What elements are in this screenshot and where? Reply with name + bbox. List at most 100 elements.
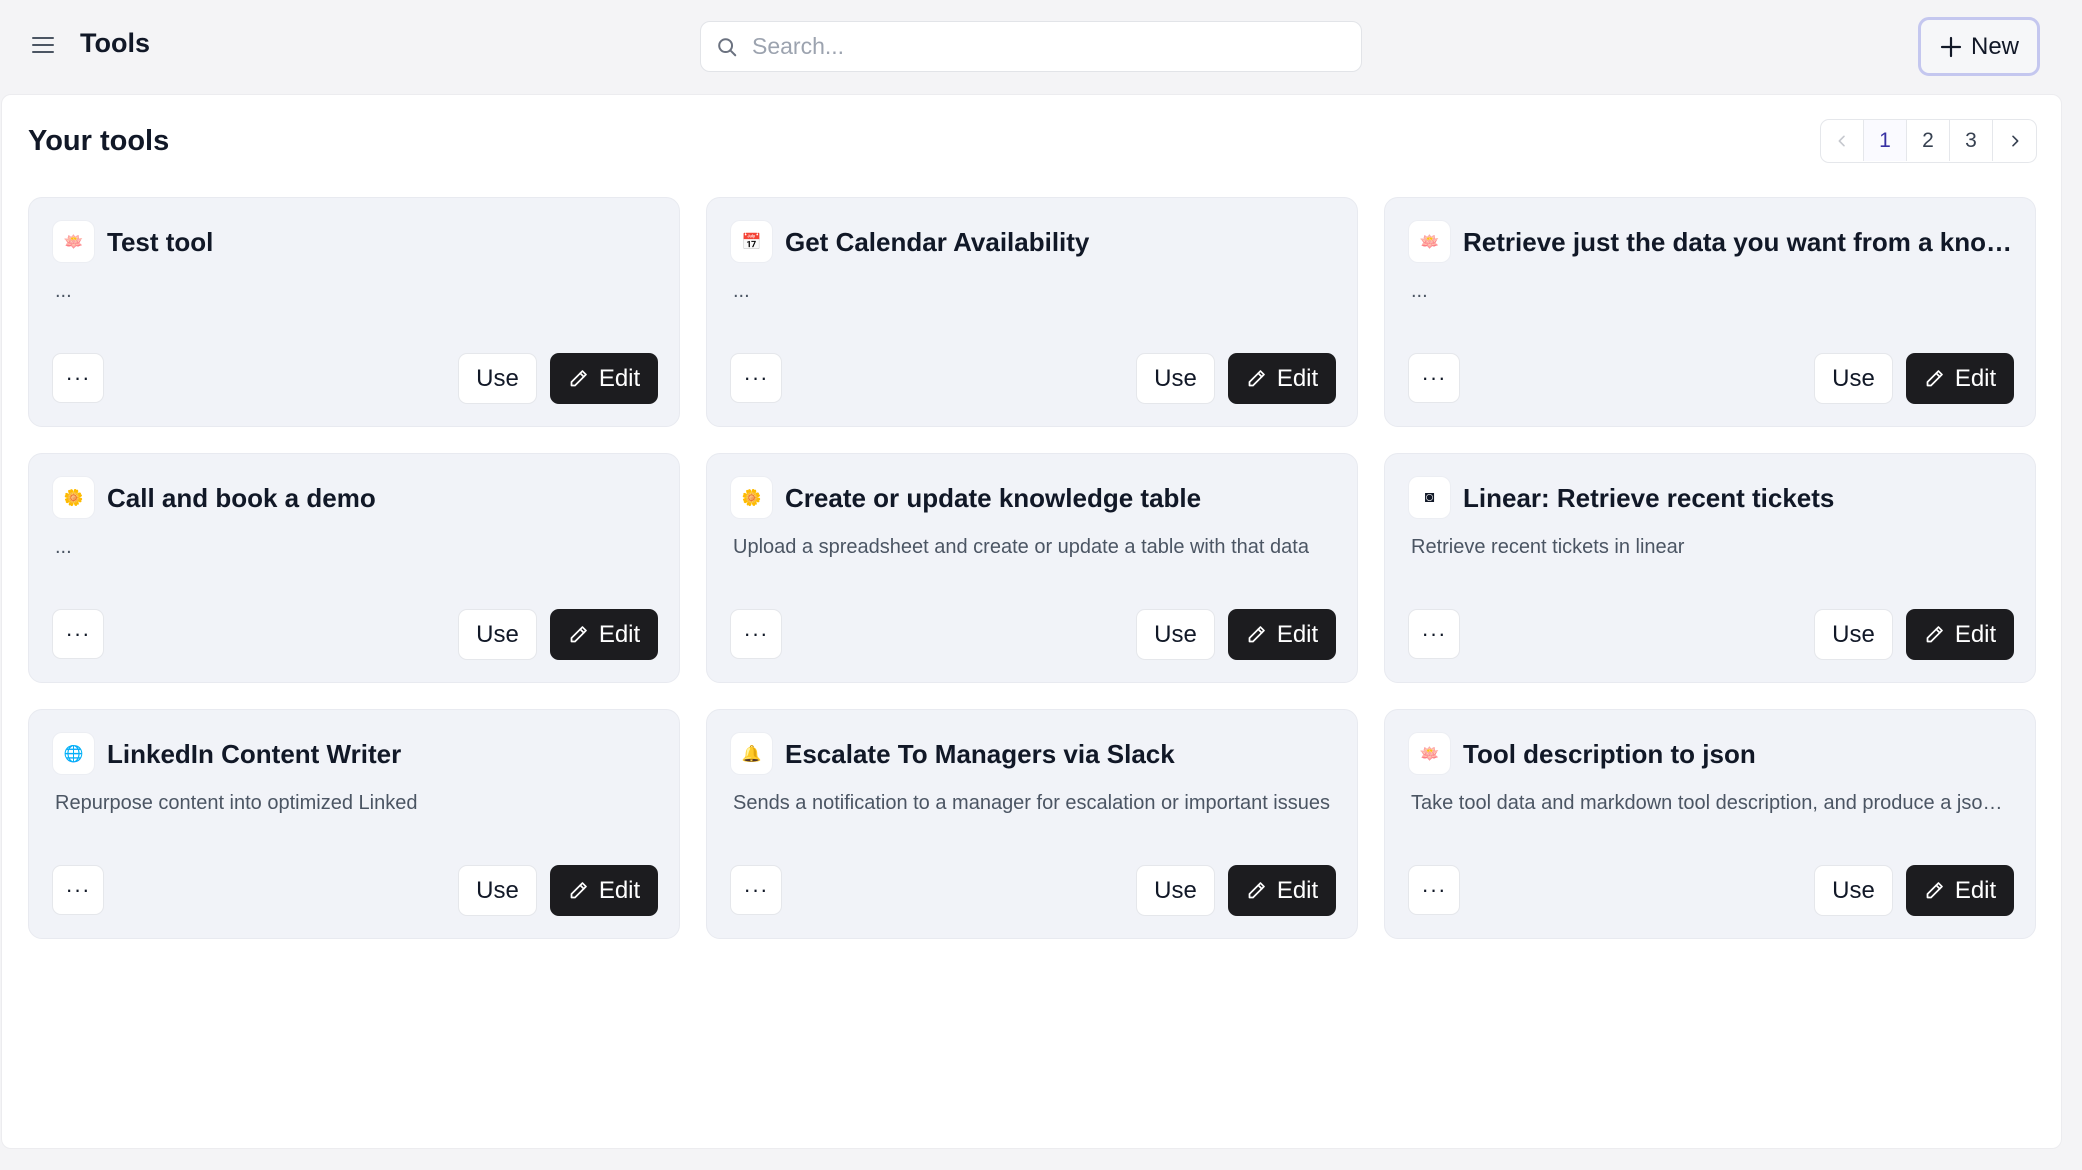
bell-icon: 🔔 <box>731 733 772 774</box>
edit-button[interactable]: Edit <box>1228 865 1336 916</box>
tool-card: 📅 Get Calendar Availability ... ··· Use … <box>706 197 1358 427</box>
edit-button[interactable]: Edit <box>1906 865 2014 916</box>
edit-button-label: Edit <box>1276 620 1319 648</box>
more-options-button[interactable]: ··· <box>1408 353 1460 403</box>
pencil-icon <box>1926 626 1943 643</box>
pagination-page-2[interactable]: 2 <box>1907 120 1950 161</box>
lotus-icon: 🪷 <box>53 221 94 262</box>
edit-button[interactable]: Edit <box>1228 353 1336 404</box>
tool-card-description: Upload a spreadsheet and create or updat… <box>733 536 1309 558</box>
edit-button-label: Edit <box>598 620 641 648</box>
tool-card-title: Call and book a demo <box>107 483 376 513</box>
tool-card: 🔔 Escalate To Managers via Slack Sends a… <box>706 709 1358 939</box>
use-button[interactable]: Use <box>1136 609 1215 660</box>
tool-card-title: Escalate To Managers via Slack <box>785 739 1175 769</box>
chevron-left-icon <box>1838 135 1845 146</box>
pencil-icon <box>1248 882 1265 899</box>
edit-button[interactable]: Edit <box>1228 609 1336 660</box>
lotus-icon: 🪷 <box>1409 221 1450 262</box>
tool-card: 🌐 LinkedIn Content Writer Repurpose cont… <box>28 709 680 939</box>
search-icon <box>718 37 737 56</box>
edit-button-label: Edit <box>598 876 641 904</box>
pagination-page-3[interactable]: 3 <box>1950 120 1993 161</box>
tool-card: 🌼 Call and book a demo ... ··· Use Edit <box>28 453 680 683</box>
edit-button[interactable]: Edit <box>550 865 658 916</box>
search-input[interactable] <box>752 33 1332 60</box>
top-bar: Tools New <box>0 0 2082 92</box>
edit-button-label: Edit <box>1276 876 1319 904</box>
tool-card-description: ... <box>55 280 72 302</box>
new-tool-button[interactable]: New <box>1918 17 2040 76</box>
pagination-page-1[interactable]: 1 <box>1864 120 1907 161</box>
tool-card: 🪷 Tool description to json Take tool dat… <box>1384 709 2036 939</box>
tool-card: 🌼 Create or update knowledge table Uploa… <box>706 453 1358 683</box>
lotus-icon: 🪷 <box>1409 733 1450 774</box>
tools-panel: Your tools 1 2 3 🪷 Test tool ... ··· Use… <box>1 94 2062 1149</box>
tool-card-description: ... <box>1411 280 1428 302</box>
search-box[interactable] <box>700 21 1362 72</box>
edit-button[interactable]: Edit <box>550 609 658 660</box>
tool-card-title: Create or update knowledge table <box>785 483 1202 513</box>
plus-icon <box>1940 36 1962 57</box>
use-button[interactable]: Use <box>1814 865 1893 916</box>
tool-card-description: Repurpose content into optimized Linked <box>55 792 418 814</box>
linear-icon: ◙ <box>1409 477 1450 518</box>
chevron-right-icon <box>2011 135 2018 146</box>
use-button[interactable]: Use <box>458 609 537 660</box>
tool-card-title: Tool description to json <box>1463 739 1756 769</box>
pencil-icon <box>1926 370 1943 387</box>
tool-card-title: Linear: Retrieve recent tickets <box>1463 483 1835 513</box>
edit-button-label: Edit <box>1954 620 1997 648</box>
tool-card-description: ... <box>733 280 750 302</box>
use-button[interactable]: Use <box>1814 353 1893 404</box>
globe-icon: 🌐 <box>53 733 94 774</box>
more-options-button[interactable]: ··· <box>1408 865 1460 915</box>
edit-button-label: Edit <box>1276 364 1319 392</box>
pencil-icon <box>570 370 587 387</box>
new-button-label: New <box>1970 32 2019 60</box>
more-options-button[interactable]: ··· <box>1408 609 1460 659</box>
tool-card-title: Test tool <box>107 227 214 257</box>
more-options-button[interactable]: ··· <box>52 609 104 659</box>
tool-card-title: LinkedIn Content Writer <box>107 739 402 769</box>
pagination-next-button[interactable] <box>1993 120 2036 161</box>
flower-icon: 🌼 <box>53 477 94 518</box>
edit-button-label: Edit <box>1954 876 1997 904</box>
tool-card-title: Get Calendar Availability <box>785 227 1090 257</box>
tool-card: 🪷 Test tool ... ··· Use Edit <box>28 197 680 427</box>
pencil-icon <box>570 882 587 899</box>
use-button[interactable]: Use <box>1136 865 1215 916</box>
use-button[interactable]: Use <box>458 865 537 916</box>
tool-card: ◙ Linear: Retrieve recent tickets Retrie… <box>1384 453 2036 683</box>
more-options-button[interactable]: ··· <box>730 609 782 659</box>
edit-button-label: Edit <box>1954 364 1997 392</box>
pencil-icon <box>570 626 587 643</box>
use-button[interactable]: Use <box>458 353 537 404</box>
more-options-button[interactable]: ··· <box>52 865 104 915</box>
menu-icon[interactable] <box>32 30 62 60</box>
section-title: Your tools <box>28 125 170 157</box>
pencil-icon <box>1248 626 1265 643</box>
calendar-icon: 📅 <box>731 221 772 262</box>
edit-button[interactable]: Edit <box>1906 353 2014 404</box>
pencil-icon <box>1248 370 1265 387</box>
more-options-button[interactable]: ··· <box>730 353 782 403</box>
pagination-prev-button[interactable] <box>1821 120 1864 161</box>
page-title: Tools <box>80 28 150 58</box>
pagination: 1 2 3 <box>1820 119 2037 163</box>
edit-button[interactable]: Edit <box>1906 609 2014 660</box>
tool-card-description: ... <box>55 536 72 558</box>
use-button[interactable]: Use <box>1136 353 1215 404</box>
more-options-button[interactable]: ··· <box>52 353 104 403</box>
tool-card: 🪷 Retrieve just the data you want from a… <box>1384 197 2036 427</box>
tool-card-title: Retrieve just the data you want from a k… <box>1463 227 2023 257</box>
edit-button-label: Edit <box>598 364 641 392</box>
tool-card-description: Take tool data and markdown tool descrip… <box>1411 792 2011 814</box>
pencil-icon <box>1926 882 1943 899</box>
flower-icon: 🌼 <box>731 477 772 518</box>
tool-grid: 🪷 Test tool ... ··· Use Edit 📅 Get Calen… <box>28 197 2036 939</box>
use-button[interactable]: Use <box>1814 609 1893 660</box>
edit-button[interactable]: Edit <box>550 353 658 404</box>
more-options-button[interactable]: ··· <box>730 865 782 915</box>
tool-card-description: Retrieve recent tickets in linear <box>1411 536 1685 558</box>
